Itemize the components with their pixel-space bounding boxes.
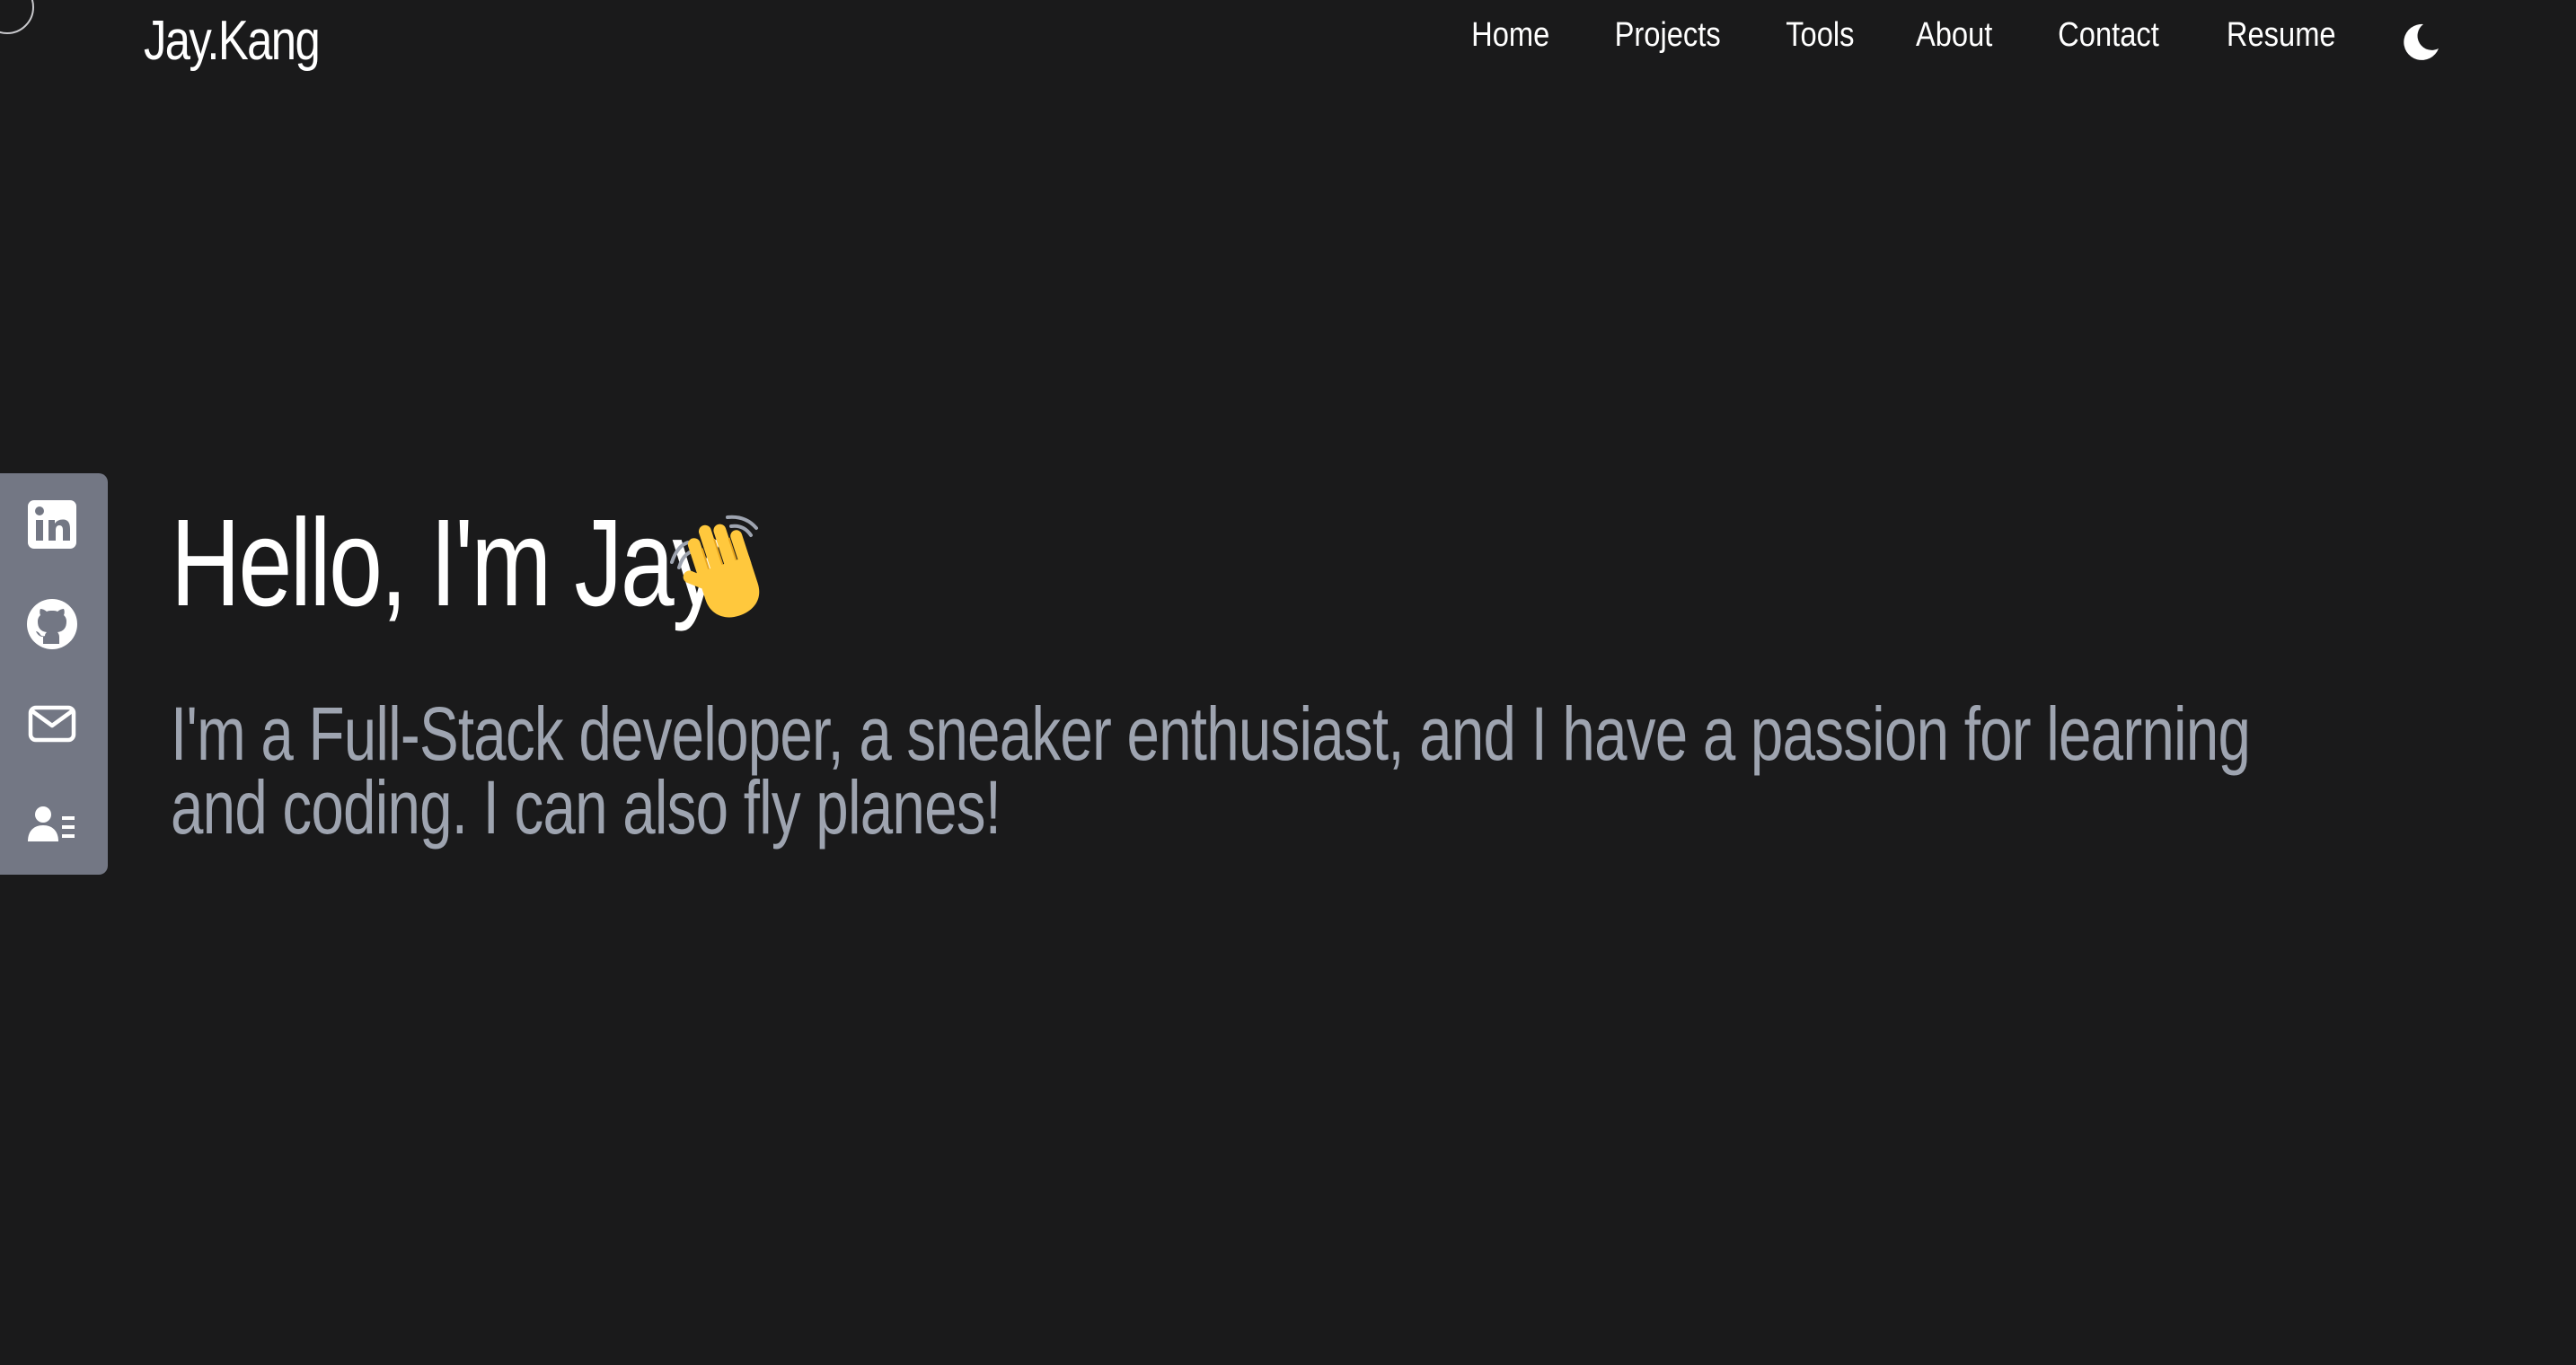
nav-link-about[interactable]: About (1916, 16, 1992, 55)
linkedin-icon (28, 500, 76, 549)
top-navigation: Jay.Kang Home Projects Tools About Conta… (0, 0, 2576, 86)
resume-link[interactable] (25, 797, 79, 850)
hero-title: Hello, I'm Jay (171, 494, 720, 632)
github-icon (27, 599, 77, 649)
site-logo[interactable]: Jay.Kang (144, 9, 321, 73)
nav-link-home[interactable]: Home (1471, 16, 1549, 55)
social-sidebar (0, 473, 108, 875)
contact-card-icon (28, 806, 75, 841)
nav-link-projects[interactable]: Projects (1615, 16, 1721, 55)
nav-link-contact[interactable]: Contact (2058, 16, 2159, 55)
mail-icon (28, 705, 76, 743)
nav-links: Home Projects Tools About Contact Resume (1440, 16, 2369, 55)
nav-link-resume[interactable]: Resume (2226, 16, 2335, 55)
email-link[interactable] (25, 697, 79, 751)
nav-link-tools[interactable]: Tools (1786, 16, 1854, 55)
moon-icon (2404, 23, 2439, 60)
github-link[interactable] (25, 597, 79, 651)
page: Jay.Kang Home Projects Tools About Conta… (0, 0, 2576, 1365)
waving-hand-icon (663, 510, 778, 625)
theme-toggle-button[interactable] (2400, 22, 2441, 63)
hero-subtitle: I'm a Full-Stack developer, a sneaker en… (171, 691, 2251, 850)
linkedin-link[interactable] (25, 498, 79, 551)
